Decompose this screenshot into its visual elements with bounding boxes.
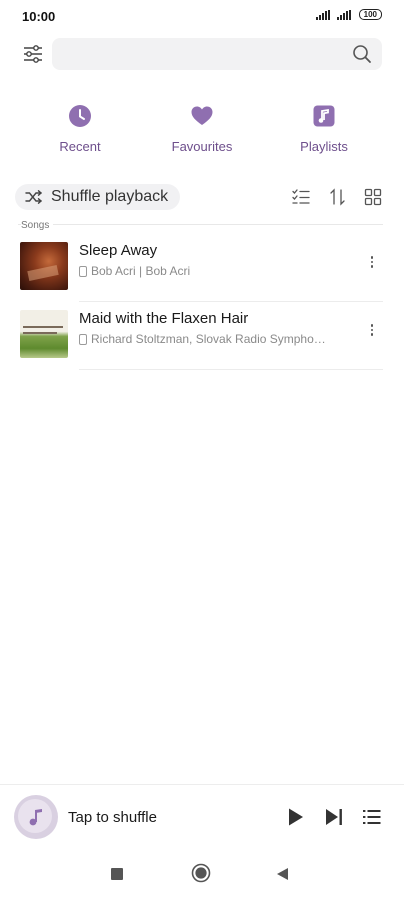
play-icon[interactable]: [286, 807, 306, 827]
quick-link-favourites[interactable]: Favourites: [157, 104, 247, 154]
filter-settings-button[interactable]: [22, 43, 44, 65]
shuffle-icon: [25, 190, 43, 204]
mini-player[interactable]: Tap to shuffle: [0, 784, 404, 849]
quick-link-label: Playlists: [300, 139, 348, 154]
system-nav-bar: [0, 849, 404, 897]
player-artwork: [14, 795, 58, 839]
signal-icon-2: [336, 9, 351, 20]
song-title: Sleep Away: [79, 242, 158, 259]
back-triangle-icon[interactable]: [275, 866, 291, 882]
quick-link-label: Favourites: [171, 139, 233, 154]
search-input[interactable]: [52, 38, 382, 70]
status-time: 10:00: [22, 9, 56, 24]
quick-links: Recent Favourites Playlists: [0, 104, 404, 154]
phone-storage-icon: [79, 333, 87, 345]
clock-icon: [69, 105, 91, 127]
section-divider: [18, 224, 383, 225]
phone-storage-icon: [79, 265, 87, 277]
home-circle-icon[interactable]: [191, 863, 211, 883]
music-note-icon: [313, 105, 335, 127]
section-label: Songs: [21, 220, 54, 231]
recents-square-icon[interactable]: [109, 866, 125, 882]
music-note-icon: [29, 809, 42, 826]
song-subtitle: Richard Stoltzman, Slovak Radio Sympho…: [79, 332, 341, 346]
grid-view-icon[interactable]: [364, 188, 382, 206]
song-row[interactable]: Sleep Away Bob Acri | Bob Acri: [0, 234, 404, 302]
song-artist: Richard Stoltzman, Slovak Radio Sympho…: [91, 332, 326, 346]
album-art: [20, 310, 68, 358]
song-row[interactable]: Maid with the Flaxen Hair Richard Stoltz…: [0, 302, 404, 370]
shuffle-playback-label: Shuffle playback: [51, 188, 169, 205]
status-bar: 10:00 100: [0, 0, 404, 32]
shuffle-playback-button[interactable]: Shuffle playback: [15, 184, 181, 210]
sort-icon[interactable]: [329, 188, 347, 206]
album-art: [20, 242, 68, 290]
signal-icon: [315, 9, 330, 20]
search-icon[interactable]: [352, 44, 372, 64]
multi-select-icon[interactable]: [292, 188, 310, 206]
heart-icon: [191, 106, 213, 125]
search-row: [0, 38, 404, 70]
song-artist: Bob Acri | Bob Acri: [91, 264, 191, 278]
more-options-button[interactable]: [366, 252, 378, 272]
song-title: Maid with the Flaxen Hair: [79, 310, 249, 327]
status-icons: 100: [315, 9, 382, 20]
toolbar: Shuffle playback: [0, 184, 404, 212]
quick-link-playlists[interactable]: Playlists: [279, 104, 369, 154]
battery-indicator: 100: [358, 9, 382, 20]
row-divider: [79, 369, 383, 370]
quick-link-recent[interactable]: Recent: [35, 104, 125, 154]
more-options-button[interactable]: [366, 320, 378, 340]
player-status-label: Tap to shuffle: [68, 809, 157, 826]
quick-link-label: Recent: [59, 139, 101, 154]
next-track-icon[interactable]: [324, 807, 344, 827]
song-subtitle: Bob Acri | Bob Acri: [79, 264, 341, 278]
sliders-icon: [24, 45, 42, 63]
queue-list-icon[interactable]: [362, 807, 382, 827]
